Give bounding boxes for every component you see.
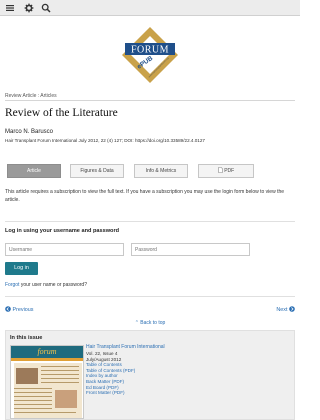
article-author[interactable]: Marco N. Barusco [5,129,53,135]
tab-pdf[interactable]: PDF [198,164,254,178]
previous-link[interactable]: Previous [5,306,33,313]
arrow-left-icon [5,306,11,312]
login-button[interactable]: Log in [5,262,38,275]
next-link[interactable]: Next [276,306,295,313]
issue-cover-image[interactable]: forum [10,345,84,419]
next-label: Next [276,307,288,313]
tab-info-metrics[interactable]: Info & Metrics [134,164,188,178]
login-heading: Log in using your username and password [5,228,120,234]
forgot-credentials: Forgot your user name or password? [5,282,87,288]
subscription-notice: This article requires a subscription to … [5,189,285,203]
journal-name[interactable]: Hair Transplant Forum International [86,344,165,351]
breadcrumb[interactable]: Review Article : Articles [5,93,57,99]
svg-text:FORUM: FORUM [131,45,169,56]
issue-heading: In this issue [10,335,43,341]
issue-info: Hair Transplant Forum International Vol.… [86,344,165,396]
issue-link-front-matter[interactable]: Front Matter (PDF) [86,390,165,396]
forgot-link[interactable]: Forgot [5,282,19,288]
divider [5,100,295,101]
tab-figures-data[interactable]: Figures & Data [70,164,124,178]
article-title: Review of the Literature [5,107,118,119]
cover-title: forum [37,347,57,356]
tab-article[interactable]: Article [7,164,61,178]
divider [5,296,295,297]
back-to-top-link[interactable]: ⌃ Back to top [0,320,300,326]
search-icon[interactable] [41,3,51,13]
username-input[interactable] [5,243,124,256]
forgot-text: your user name or password? [19,282,87,288]
top-bar [0,0,300,16]
password-input[interactable] [131,243,250,256]
in-this-issue-panel: In this issue forum Hair Transplant Foru… [5,330,295,420]
forum-epub-logo[interactable]: FORUM ePUB www.hairtransplantforum.org [121,26,179,84]
menu-icon[interactable] [5,3,15,13]
divider [5,221,295,222]
arrow-right-icon [289,306,295,312]
gear-icon[interactable] [24,3,34,13]
previous-label: Previous [12,307,34,313]
article-citation: Hair Transplant Forum International July… [5,138,205,143]
tab-pdf-label: PDF [224,168,235,174]
pdf-icon [217,167,223,173]
back-to-top-label: Back to top [140,320,166,326]
chevron-up-icon: ⌃ [134,320,139,326]
